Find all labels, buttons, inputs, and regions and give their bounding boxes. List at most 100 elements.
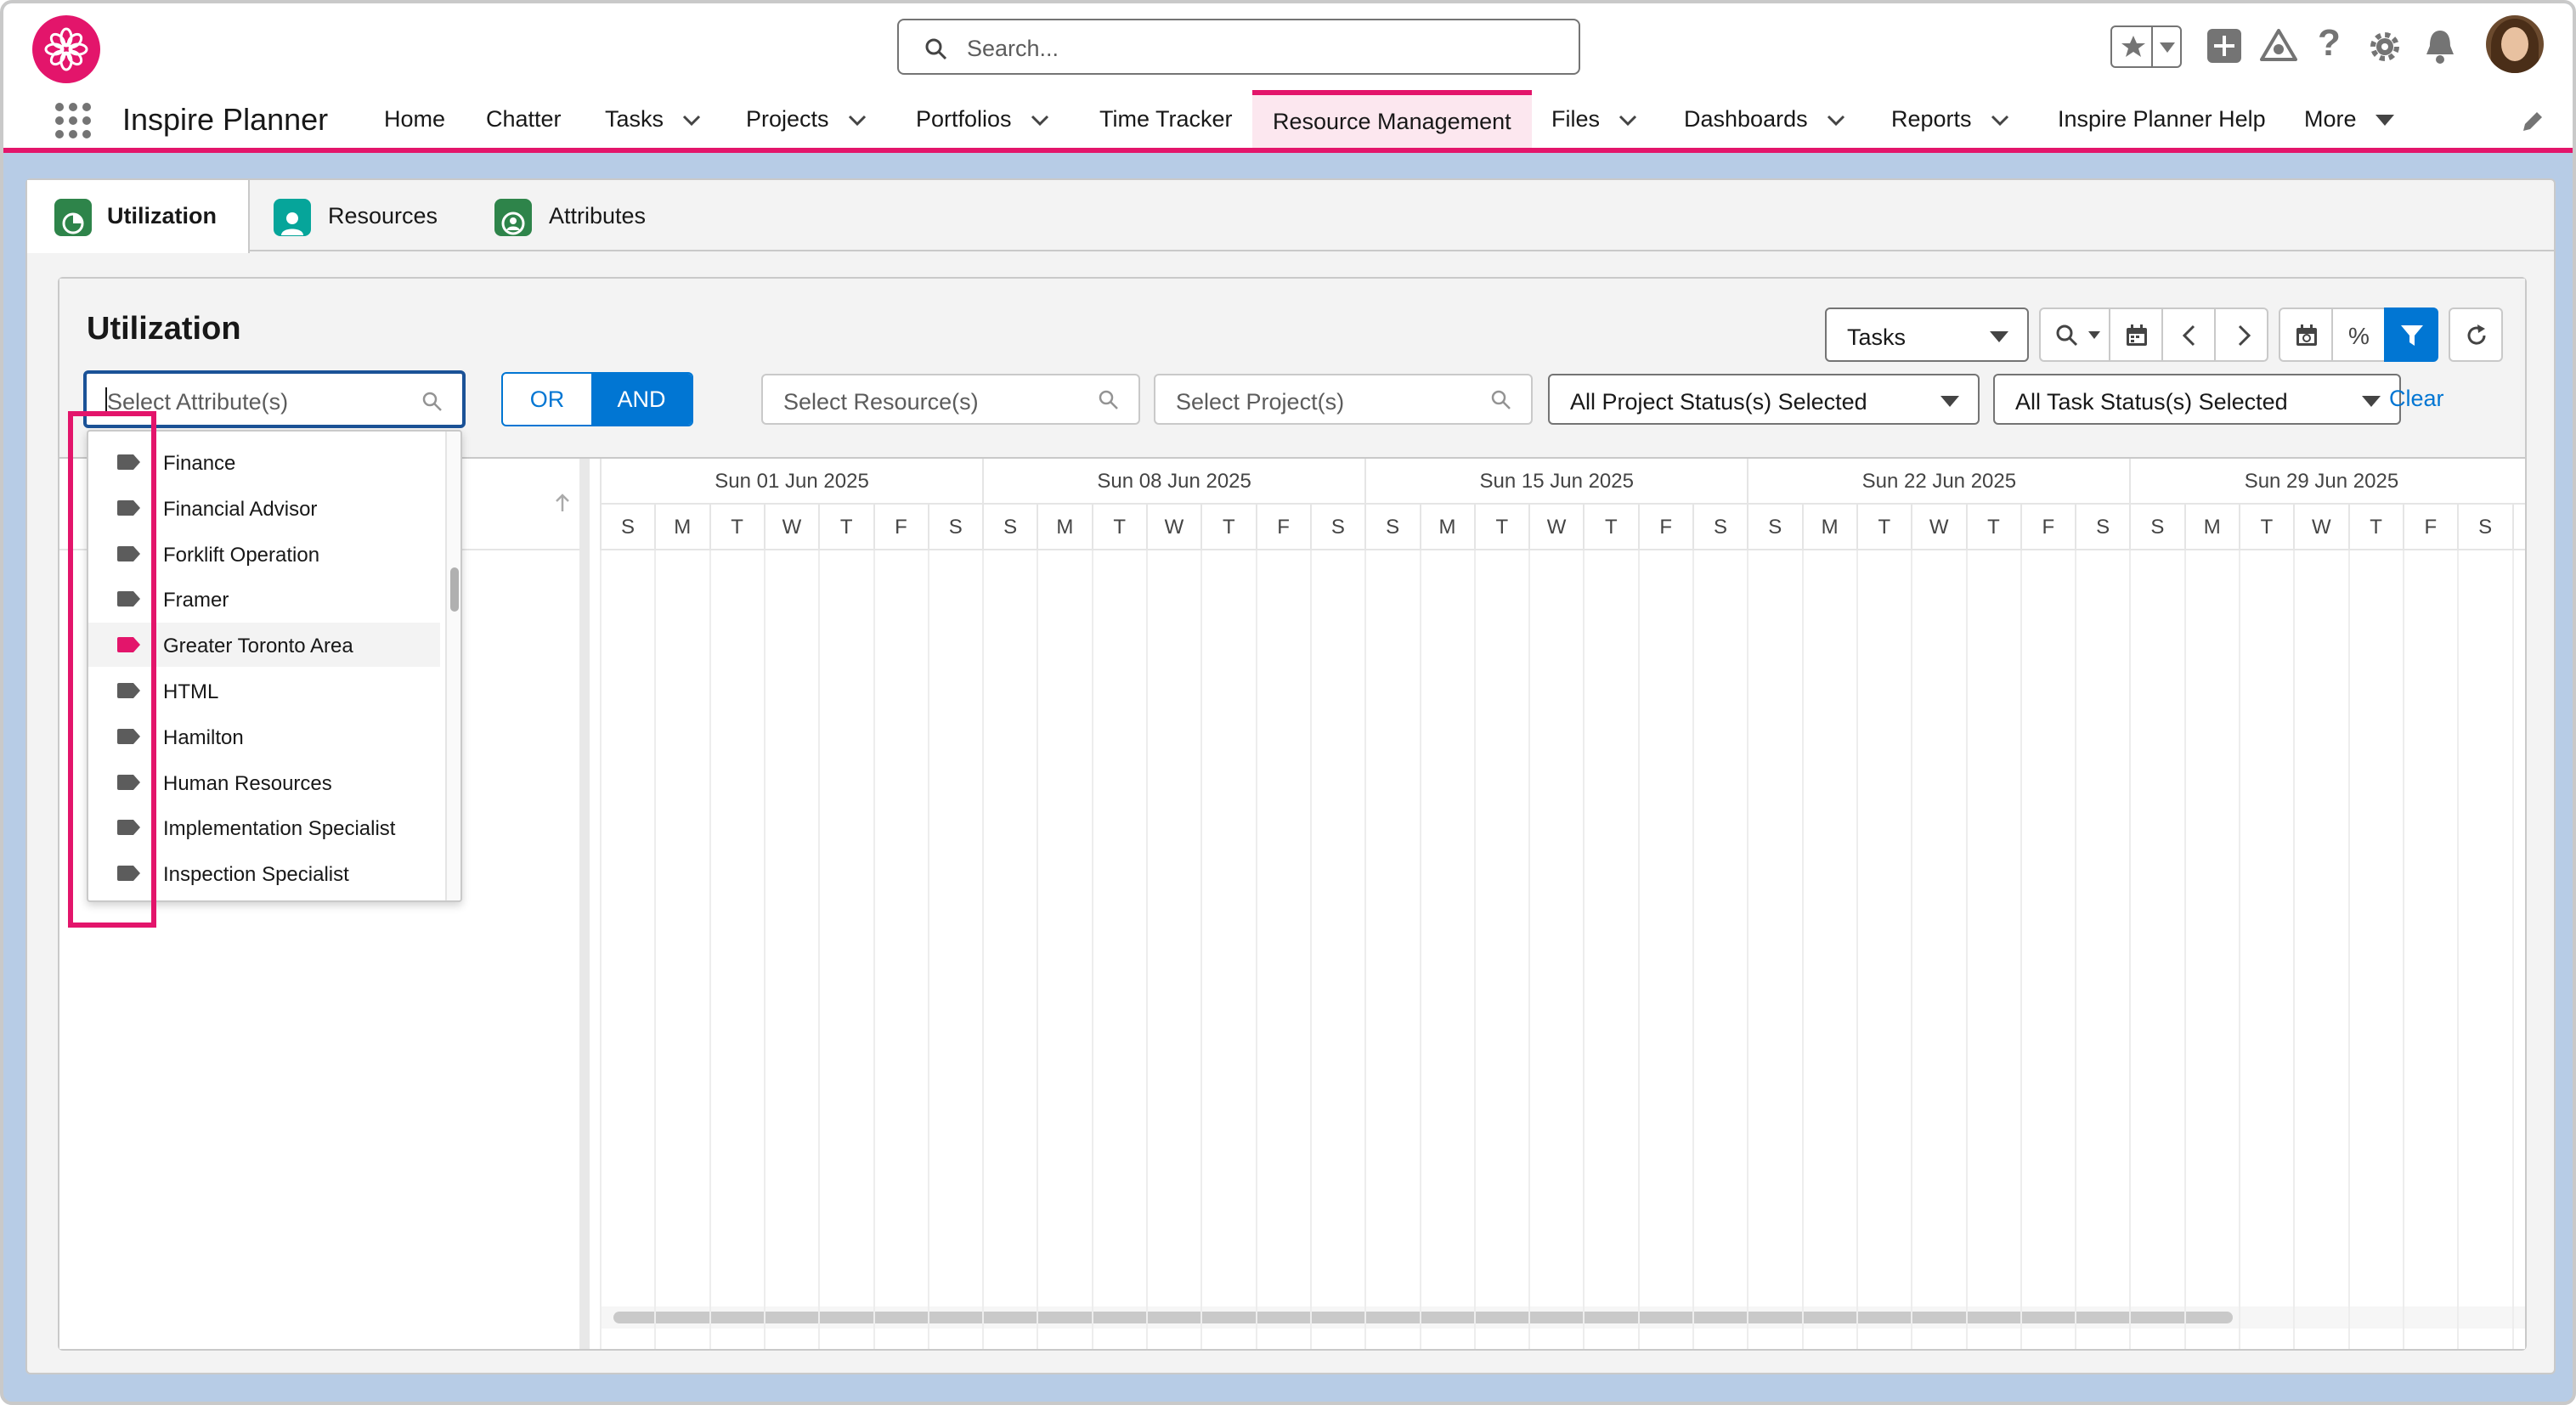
dropdown-scrollbar[interactable] (445, 432, 460, 900)
tab-utilization[interactable]: Utilization (27, 180, 250, 253)
app-launcher-icon[interactable] (54, 102, 92, 139)
attribute-option-label: Financial Advisor (163, 497, 318, 521)
day-header: F (2020, 505, 2075, 550)
day-header: W (1146, 505, 1200, 550)
notifications-bell-icon[interactable] (2423, 29, 2457, 65)
chevron-down-icon[interactable] (1618, 115, 1637, 127)
day-column-line (1583, 550, 1585, 1349)
day-column-line (873, 550, 875, 1349)
day-header: S (600, 505, 654, 550)
tab-resources[interactable]: Resources (274, 180, 460, 251)
day-column-line (1037, 550, 1039, 1349)
day-header: W (1528, 505, 1583, 550)
chevron-down-icon[interactable] (2160, 42, 2175, 53)
day-header: S (1309, 505, 1364, 550)
favorites-star-icon[interactable] (2121, 34, 2146, 59)
caret-down-icon[interactable] (2375, 114, 2394, 127)
calendar-today-icon (2296, 324, 2317, 346)
attribute-option-label: Finance (163, 452, 236, 475)
clear-filters-link[interactable]: Clear (2389, 386, 2444, 412)
day-header: T (1091, 505, 1146, 550)
trailhead-icon[interactable] (2260, 29, 2297, 63)
task-status-select[interactable]: All Task Status(s) Selected (1993, 374, 2401, 425)
nav-item-chatter[interactable]: Chatter (486, 90, 562, 148)
day-column-line (1856, 550, 1858, 1349)
nav-item-time-tracker[interactable]: Time Tracker (1099, 90, 1233, 148)
nav-item-tasks[interactable]: Tasks (605, 90, 701, 148)
view-type-select[interactable]: Tasks (1825, 308, 2029, 362)
search-placeholder: Search... (967, 36, 1059, 61)
or-and-toggle: OR AND (501, 372, 693, 426)
dropdown-scrollbar-thumb[interactable] (450, 567, 459, 612)
global-header: Search... ? (3, 3, 2573, 90)
chevron-down-icon[interactable] (1031, 115, 1049, 127)
and-button[interactable]: AND (591, 374, 692, 425)
nav-item-more[interactable]: More (2304, 90, 2394, 148)
day-header: T (1856, 505, 1911, 550)
edit-pencil-icon[interactable] (2520, 109, 2545, 134)
refresh-button[interactable] (2449, 308, 2503, 362)
day-column-line (2293, 550, 2296, 1349)
nav-item-reports[interactable]: Reports (1891, 90, 2009, 148)
day-column-line (2511, 550, 2514, 1349)
app-logo[interactable] (32, 15, 100, 83)
nav-item-inspire-planner-help[interactable]: Inspire Planner Help (2058, 90, 2266, 148)
day-column-line (2129, 550, 2132, 1349)
day-header: W (2293, 505, 2347, 550)
add-icon[interactable] (2207, 29, 2241, 63)
search-icon (925, 38, 947, 60)
week-header: Sun 22 Jun 2025 (1747, 459, 2129, 505)
nav-item-dashboards[interactable]: Dashboards (1684, 90, 1845, 148)
resources-icon (274, 199, 311, 236)
day-header: W (1911, 505, 1965, 550)
setup-gear-icon[interactable] (2367, 29, 2403, 65)
previous-button[interactable] (2161, 308, 2216, 362)
nav-item-home[interactable]: Home (384, 90, 445, 148)
attributes-icon (494, 199, 532, 236)
day-column-line (2239, 550, 2240, 1349)
favorites-button-group[interactable] (2110, 25, 2182, 68)
day-column-line (2020, 550, 2022, 1349)
day-header: T (1583, 505, 1637, 550)
attribute-option-label: Human Resources (163, 771, 332, 795)
nav-item-files[interactable]: Files (1551, 90, 1637, 148)
help-icon[interactable]: ? (2318, 22, 2341, 65)
or-button[interactable]: OR (503, 374, 591, 425)
week-header: Sun 01 Jun 2025 (600, 459, 982, 505)
timeline-grid: Sun 01 Jun 2025 Sun 08 Jun 2025 Sun 15 Jun… (600, 459, 2525, 1349)
project-search-input[interactable]: Select Project(s) (1154, 374, 1533, 425)
day-header: F (2402, 505, 2457, 550)
percent-toggle-button[interactable]: % (2331, 308, 2386, 362)
nav-item-resource-management[interactable]: Resource Management (1252, 90, 1532, 148)
zoom-search-icon (2056, 324, 2078, 347)
horizontal-scrollbar[interactable] (600, 1306, 2525, 1329)
next-button[interactable] (2214, 308, 2268, 362)
attribute-option-label: Inspection Specialist (163, 863, 349, 887)
day-header: S (2075, 505, 2129, 550)
chevron-down-icon[interactable] (682, 115, 701, 127)
chevron-down-icon[interactable] (1827, 115, 1845, 127)
user-avatar[interactable] (2486, 15, 2544, 73)
zoom-menu-button[interactable] (2039, 308, 2110, 362)
filter-button[interactable] (2384, 308, 2438, 362)
project-status-select[interactable]: All Project Status(s) Selected (1548, 374, 1980, 425)
today-button[interactable] (2279, 308, 2333, 362)
calendar-button[interactable] (2109, 308, 2163, 362)
day-header: M (1037, 505, 1091, 550)
page-title: Utilization (87, 311, 241, 347)
chevron-down-icon[interactable] (848, 115, 867, 127)
attribute-option-label: Implementation Specialist (163, 817, 396, 841)
horizontal-scrollbar-thumb[interactable] (613, 1312, 2233, 1323)
day-header: S (1692, 505, 1747, 550)
tab-attributes[interactable]: Attributes (494, 180, 681, 251)
global-search-input[interactable]: Search... (897, 19, 1580, 75)
nav-item-projects[interactable]: Projects (746, 90, 867, 148)
attribute-option-label: HTML (163, 680, 219, 703)
nav-item-portfolios[interactable]: Portfolios (916, 90, 1049, 148)
sort-arrow-up-icon[interactable] (554, 493, 571, 513)
utilization-icon (54, 199, 92, 236)
day-header: M (1801, 505, 1856, 550)
resource-search-input[interactable]: Select Resource(s) (761, 374, 1140, 425)
caret-down-icon (2362, 396, 2381, 407)
chevron-down-icon[interactable] (1991, 115, 2009, 127)
